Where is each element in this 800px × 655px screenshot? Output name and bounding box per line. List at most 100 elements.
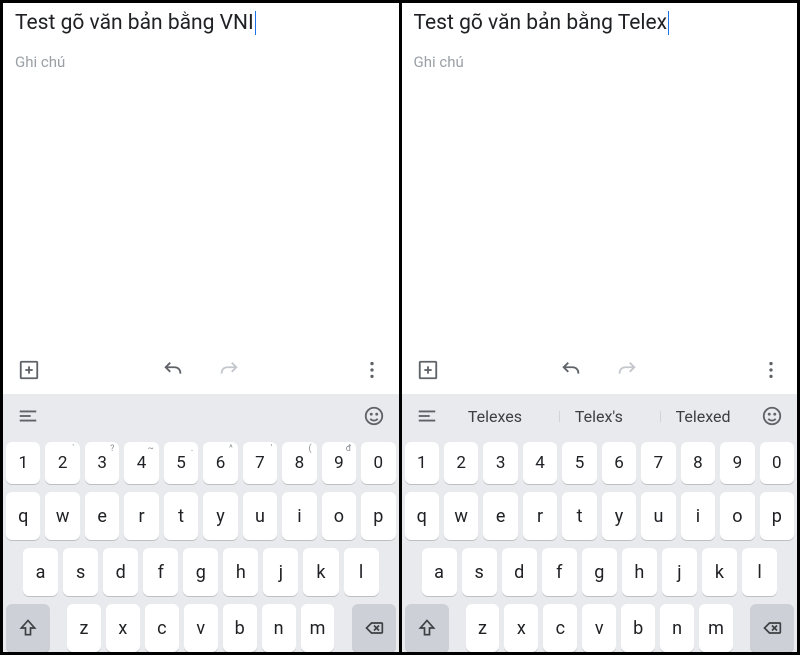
key-a[interactable]: a [23, 548, 58, 596]
note-title-line[interactable]: Test gõ văn bản bằng VNI [15, 11, 387, 35]
key-x[interactable]: x [106, 604, 140, 652]
key-4[interactable]: 4 [523, 442, 557, 484]
pane-right: Test gõ văn bản bằng Telex Ghi chú [399, 3, 798, 652]
key-l[interactable]: l [344, 548, 379, 596]
shift-key[interactable] [6, 604, 50, 652]
add-box-icon[interactable] [414, 356, 442, 384]
key-q[interactable]: q [6, 492, 40, 540]
note-title-line[interactable]: Test gõ văn bản bằng Telex [414, 11, 786, 35]
suggestion-item[interactable]: Telexes [462, 407, 528, 426]
key-2[interactable]: 2` [45, 442, 79, 484]
key-d[interactable]: d [502, 548, 537, 596]
key-g[interactable]: g [582, 548, 617, 596]
key-i[interactable]: i [681, 492, 715, 540]
key-q[interactable]: q [405, 492, 439, 540]
key-k[interactable]: k [303, 548, 338, 596]
key-m[interactable]: m [699, 604, 733, 652]
key-3[interactable]: 3? [85, 442, 119, 484]
backspace-key[interactable] [750, 604, 794, 652]
key-e[interactable]: e [85, 492, 119, 540]
key-f[interactable]: f [542, 548, 577, 596]
key-8[interactable]: 8( [282, 442, 316, 484]
key-3[interactable]: 3 [483, 442, 517, 484]
add-box-icon[interactable] [15, 356, 43, 384]
undo-icon[interactable] [159, 356, 187, 384]
undo-icon[interactable] [557, 356, 585, 384]
key-t[interactable]: t [164, 492, 198, 540]
emoji-icon[interactable] [359, 401, 389, 431]
key-m[interactable]: m [301, 604, 335, 652]
key-p[interactable]: p [361, 492, 395, 540]
key-n[interactable]: n [660, 604, 694, 652]
key-s[interactable]: s [462, 548, 497, 596]
key-r[interactable]: r [523, 492, 557, 540]
key-y[interactable]: y [602, 492, 636, 540]
key-hint: ^ [229, 444, 233, 454]
key-d[interactable]: d [103, 548, 138, 596]
key-a[interactable]: a [422, 548, 457, 596]
note-toolbar [402, 346, 798, 394]
key-b[interactable]: b [621, 604, 655, 652]
key-z[interactable]: z [466, 604, 500, 652]
shift-key[interactable] [405, 604, 449, 652]
key-p[interactable]: p [760, 492, 794, 540]
key-w[interactable]: w [444, 492, 478, 540]
note-area[interactable]: Test gõ văn bản bằng Telex Ghi chú [402, 3, 798, 346]
key-0[interactable]: 0 [361, 442, 395, 484]
key-9[interactable]: 9đ [322, 442, 356, 484]
key-1[interactable]: 1 [405, 442, 439, 484]
key-c[interactable]: c [543, 604, 577, 652]
menu-icon[interactable] [412, 401, 442, 431]
key-6[interactable]: 6^ [203, 442, 237, 484]
key-h[interactable]: h [223, 548, 258, 596]
key-f[interactable]: f [143, 548, 178, 596]
more-vert-icon[interactable] [358, 356, 386, 384]
key-1[interactable]: 1 [6, 442, 40, 484]
key-s[interactable]: s [63, 548, 98, 596]
more-vert-icon[interactable] [757, 356, 785, 384]
key-8[interactable]: 8 [681, 442, 715, 484]
key-c[interactable]: c [145, 604, 179, 652]
key-9[interactable]: 9 [720, 442, 754, 484]
key-u[interactable]: u [243, 492, 277, 540]
key-k[interactable]: k [702, 548, 737, 596]
note-area[interactable]: Test gõ văn bản bằng VNI Ghi chú [3, 3, 399, 346]
key-i[interactable]: i [282, 492, 316, 540]
key-j[interactable]: j [662, 548, 697, 596]
backspace-key[interactable] [352, 604, 396, 652]
key-g[interactable]: g [183, 548, 218, 596]
key-o[interactable]: o [720, 492, 754, 540]
key-row-bottom: zxcvbnm [6, 604, 396, 652]
key-h[interactable]: h [622, 548, 657, 596]
key-b[interactable]: b [223, 604, 257, 652]
key-x[interactable]: x [504, 604, 538, 652]
suggestion-item[interactable]: Telexed [670, 407, 737, 426]
key-r[interactable]: r [124, 492, 158, 540]
key-o[interactable]: o [322, 492, 356, 540]
suggestion-item[interactable]: Telex's [569, 407, 629, 426]
key-l[interactable]: l [742, 548, 777, 596]
emoji-icon[interactable] [757, 401, 787, 431]
key-v[interactable]: v [184, 604, 218, 652]
menu-icon[interactable] [13, 401, 43, 431]
key-j[interactable]: j [263, 548, 298, 596]
key-t[interactable]: t [562, 492, 596, 540]
text-cursor [668, 11, 669, 35]
key-w[interactable]: w [45, 492, 79, 540]
key-y[interactable]: y [203, 492, 237, 540]
redo-icon[interactable] [215, 356, 243, 384]
redo-icon[interactable] [613, 356, 641, 384]
key-5[interactable]: 5. [164, 442, 198, 484]
key-6[interactable]: 6 [602, 442, 636, 484]
key-2[interactable]: 2 [444, 442, 478, 484]
key-n[interactable]: n [262, 604, 296, 652]
key-e[interactable]: e [483, 492, 517, 540]
key-u[interactable]: u [641, 492, 675, 540]
key-4[interactable]: 4~ [124, 442, 158, 484]
key-z[interactable]: z [67, 604, 101, 652]
key-v[interactable]: v [582, 604, 616, 652]
key-7[interactable]: 7' [243, 442, 277, 484]
key-0[interactable]: 0 [760, 442, 794, 484]
key-5[interactable]: 5 [562, 442, 596, 484]
key-7[interactable]: 7 [641, 442, 675, 484]
